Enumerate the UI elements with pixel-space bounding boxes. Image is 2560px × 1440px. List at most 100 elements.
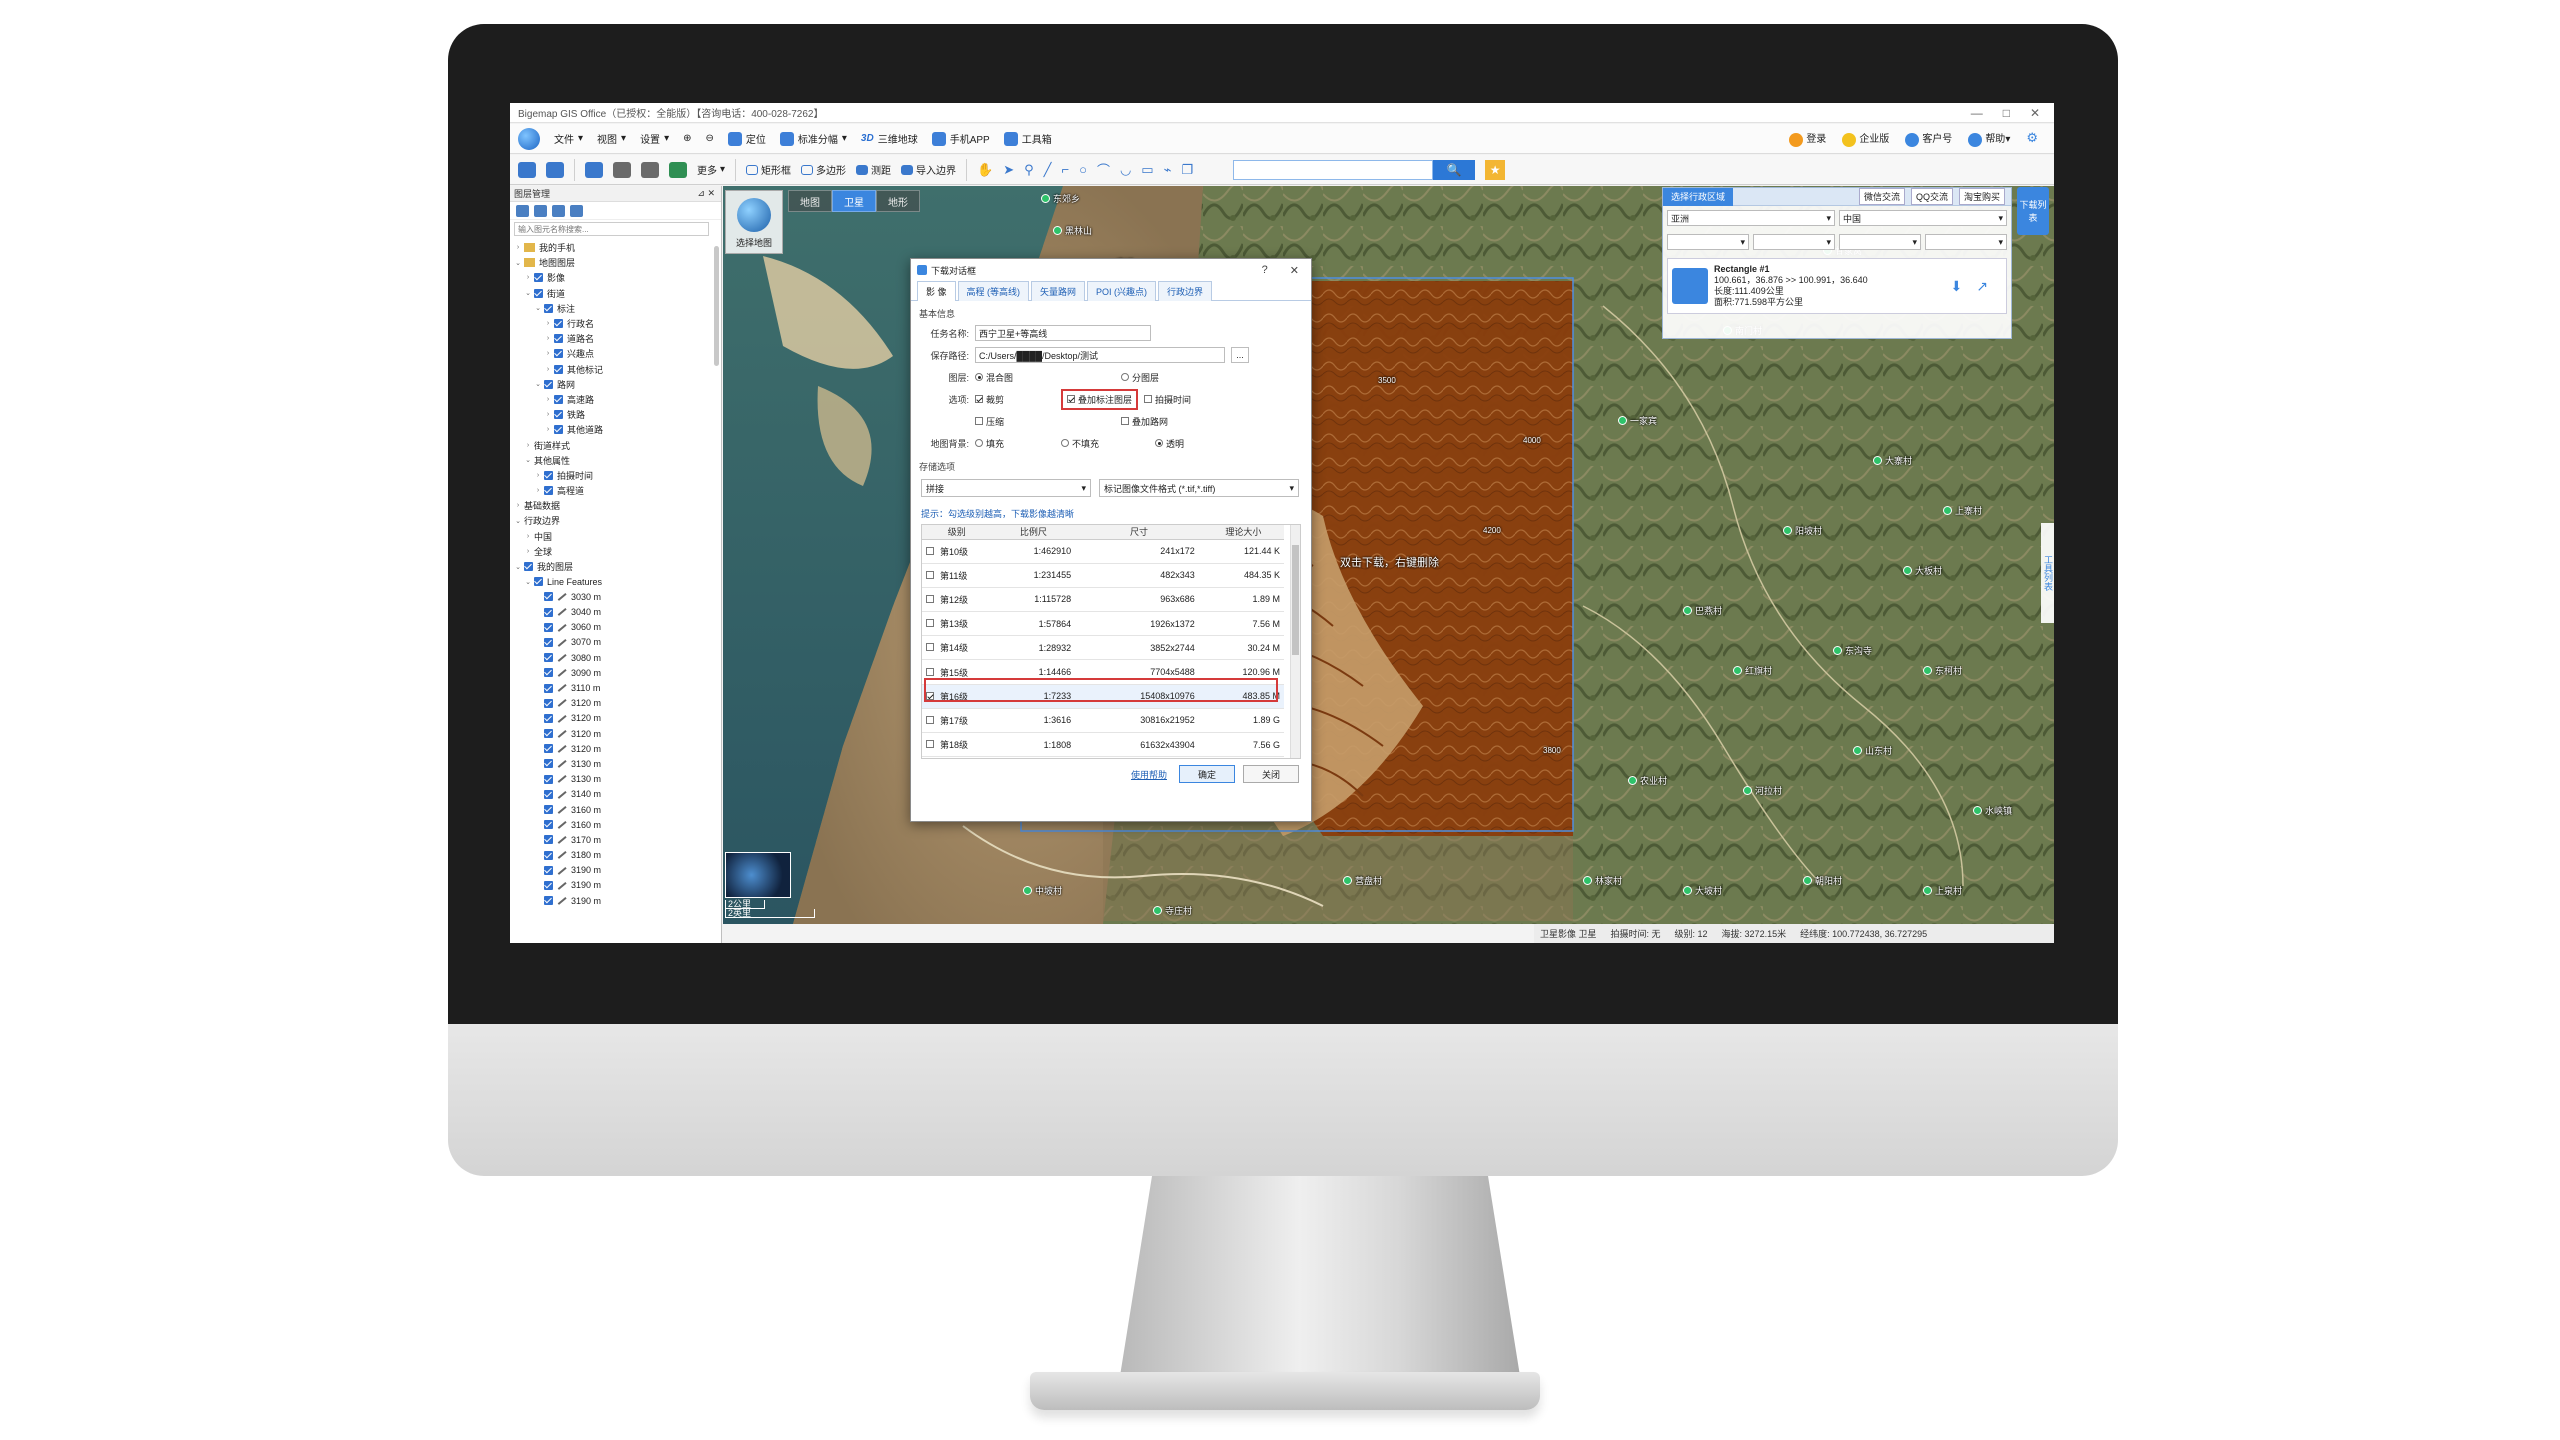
bg-nofill-radio[interactable]: 不填充 — [1061, 437, 1149, 450]
level-checkbox[interactable] — [926, 715, 934, 724]
layer-mixed-radio[interactable]: 混合图 — [975, 371, 1115, 384]
layer-tree-item[interactable]: ⌄ Line Features — [510, 574, 721, 589]
marker-icon[interactable]: ⚲ — [1024, 162, 1034, 178]
layer-tree-item[interactable]: 3160 m — [510, 802, 721, 817]
region-panel-title[interactable]: 选择行政区域 — [1663, 187, 1734, 206]
rectangle-item[interactable]: Rectangle #1 100.661，36.876 >> 100.991，3… — [1667, 258, 2007, 314]
overview-minimap[interactable] — [725, 852, 791, 898]
layer-tree-item[interactable]: 3080 m — [510, 650, 721, 665]
poi-marker-icon[interactable] — [1873, 456, 1882, 465]
layer-tree-item[interactable]: › 高速路 — [510, 392, 721, 407]
poi-marker-icon[interactable] — [1973, 806, 1982, 815]
globe-2-icon[interactable] — [641, 161, 659, 178]
add-folder-icon[interactable] — [516, 204, 529, 217]
share-icon[interactable]: ↗ — [1976, 278, 1988, 295]
layer-panel-scrollbar[interactable] — [714, 246, 719, 366]
layer-tree-item[interactable]: › 基础数据 — [510, 498, 721, 513]
checkbox-icon[interactable] — [544, 729, 553, 739]
layer-tree-item[interactable]: 3190 m — [510, 863, 721, 878]
town-select[interactable]: ▾ — [1925, 234, 2007, 250]
customer-number-link[interactable]: 客户号 — [1905, 130, 1952, 147]
expand-right-icon[interactable]: › — [544, 396, 552, 403]
checkbox-icon[interactable] — [544, 835, 553, 845]
country-select[interactable]: 中国 ▾ — [1839, 210, 2007, 226]
help-link[interactable]: 帮助▾ — [1968, 130, 2010, 147]
line-icon[interactable]: ╱ — [1044, 162, 1052, 178]
save-icon[interactable] — [546, 161, 564, 178]
continent-select[interactable]: 亚洲 ▾ — [1667, 210, 1835, 226]
level-row[interactable]: 第17级 1:3616 30816x21952 1.89 G — [922, 708, 1284, 734]
import-boundary-button[interactable]: 导入边界 — [901, 162, 956, 177]
tool-list-toggle[interactable]: 工具列表 — [2041, 523, 2054, 623]
expand-right-icon[interactable]: › — [514, 502, 522, 509]
expand-down-icon[interactable]: ⌄ — [514, 563, 522, 571]
level-row[interactable]: 第16级 1:7233 15408x10976 483.85 M — [922, 684, 1284, 709]
layer-tree-item[interactable]: › 铁路 — [510, 407, 721, 422]
checkbox-icon[interactable] — [554, 394, 563, 404]
overlay-label-layer-checkbox[interactable]: 叠加标注图层 — [1061, 388, 1139, 410]
city-select[interactable]: ▾ — [1753, 234, 1835, 250]
checkbox-icon[interactable] — [534, 577, 543, 587]
checkbox-icon[interactable] — [554, 349, 563, 359]
favorite-star-icon[interactable]: ★ — [1485, 159, 1506, 180]
level-row[interactable]: 第18级 1:1808 61632x43904 7.56 G — [922, 732, 1284, 758]
checkbox-icon[interactable] — [544, 774, 553, 784]
ok-button[interactable]: 确定 — [1179, 765, 1235, 783]
tab-satellite[interactable]: 卫星 — [832, 190, 876, 212]
poi-marker-icon[interactable] — [1343, 876, 1352, 885]
layer-tree-item[interactable]: ⌄ 我的图层 — [510, 559, 721, 574]
checkbox-icon[interactable] — [544, 713, 553, 723]
globe-icon[interactable] — [613, 161, 631, 178]
expand-down-icon[interactable]: ⌄ — [524, 578, 532, 586]
pin-icon[interactable]: ⊿ ✕ — [697, 188, 715, 199]
polyline-icon[interactable]: ⌐ — [1061, 162, 1069, 177]
poi-marker-icon[interactable] — [1833, 646, 1842, 655]
zoom-in-icon[interactable]: ⊕ — [683, 133, 691, 144]
county-select[interactable]: ▾ — [1839, 234, 1921, 250]
checkbox-icon[interactable] — [544, 820, 553, 830]
checkbox-icon[interactable] — [554, 410, 563, 420]
tab-terrain[interactable]: 地形 — [876, 190, 920, 212]
tab-vector-roads[interactable]: 矢量路网 — [1031, 281, 1086, 301]
storage-mode-select[interactable]: 拼接 ▾ — [921, 479, 1091, 497]
find-icon[interactable] — [570, 204, 583, 217]
checkbox-icon[interactable] — [544, 592, 553, 602]
poi-marker-icon[interactable] — [1803, 876, 1812, 885]
layer-tree-item[interactable]: ⌄ 路网 — [510, 377, 721, 392]
poi-marker-icon[interactable] — [1783, 526, 1792, 535]
menu-view[interactable]: 视图 ▾ — [597, 131, 626, 146]
level-row[interactable]: 第12级 1:115728 963x686 1.89 M — [922, 587, 1284, 613]
checkbox-icon[interactable] — [544, 880, 553, 890]
select-map-button[interactable]: 选择地图 — [725, 190, 783, 254]
level-row[interactable]: 第13级 1:57864 1926x1372 7.56 M — [922, 611, 1284, 637]
poi-marker-icon[interactable] — [1853, 746, 1862, 755]
layer-tree-item[interactable]: › 高程道 — [510, 483, 721, 498]
level-checkbox[interactable] — [926, 667, 934, 676]
table-scrollbar[interactable] — [1290, 525, 1300, 758]
layer-tree-item[interactable]: › 影像 — [510, 270, 721, 285]
layer-tree-item[interactable]: 3180 m — [510, 848, 721, 863]
menu-standard-sheet[interactable]: 标准分幅 ▾ — [779, 131, 847, 146]
menu-locate[interactable]: 定位 — [727, 131, 766, 146]
menu-settings[interactable]: 设置 ▾ — [640, 131, 669, 146]
task-name-field[interactable]: 西宁卫星+等高线 — [975, 325, 1151, 341]
dialog-close-icon[interactable]: ✕ — [1290, 264, 1299, 277]
checkbox-icon[interactable] — [554, 334, 563, 344]
dialog-help-button[interactable]: ? — [1262, 264, 1268, 277]
layer-tree-item[interactable]: › 其他标记 — [510, 362, 721, 377]
layer-tree-item[interactable]: 3070 m — [510, 635, 721, 650]
checkbox-icon[interactable] — [544, 850, 553, 860]
expand-down-icon[interactable]: ⌄ — [524, 289, 532, 297]
zoom-out-icon[interactable]: ⊖ — [705, 133, 713, 144]
checkbox-icon[interactable] — [554, 425, 563, 435]
bg-fill-radio[interactable]: 填充 — [975, 437, 1055, 450]
expand-right-icon[interactable]: › — [534, 487, 542, 494]
poi-marker-icon[interactable] — [1903, 566, 1912, 575]
poi-marker-icon[interactable] — [1153, 906, 1162, 915]
poi-marker-icon[interactable] — [1683, 606, 1692, 615]
checkbox-icon[interactable] — [544, 789, 553, 799]
tab-map[interactable]: 地图 — [788, 190, 832, 212]
shot-time-checkbox[interactable]: 拍摄时间 — [1144, 393, 1191, 406]
pointer-icon[interactable]: ➤ — [1003, 162, 1014, 178]
layer-tree-item[interactable]: ⌄ 其他属性 — [510, 453, 721, 468]
